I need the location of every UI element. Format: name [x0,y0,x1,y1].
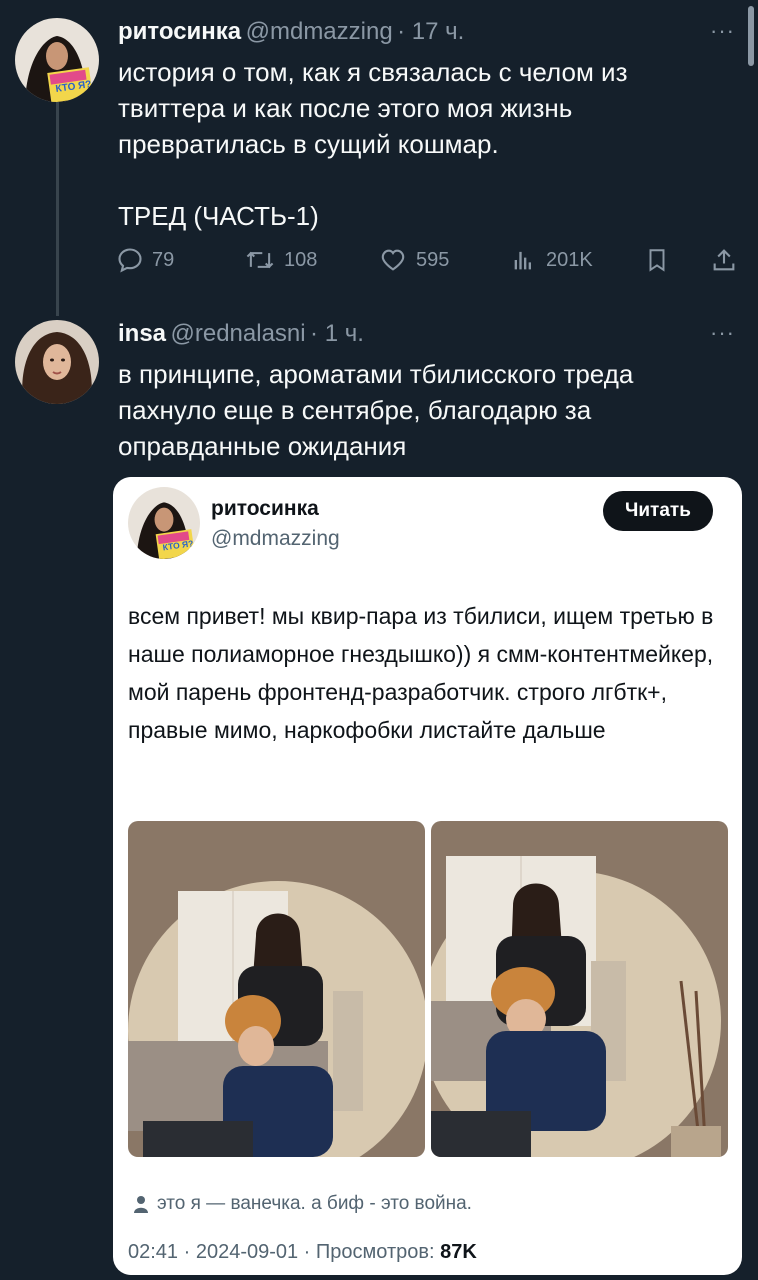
reply-icon [118,248,142,273]
reply-count: 79 [152,248,175,271]
more-icon[interactable]: ··· [710,18,735,44]
media-photo-2[interactable] [431,821,728,1157]
quoted-author-name[interactable]: ритосинка [211,497,319,521]
reply-time[interactable]: · 1 ч. [310,320,364,347]
like-icon [381,249,405,271]
views-count: 201K [546,248,593,271]
reply-more-icon[interactable]: ··· [710,320,735,346]
retweet-icon [246,251,274,269]
author-avatar[interactable]: КТО Я? [15,18,99,102]
person-icon [134,1196,148,1213]
thread-line [56,102,59,316]
scrollbar[interactable] [748,6,754,66]
retweet-count: 108 [284,248,318,271]
follow-button[interactable]: Читать [603,491,713,531]
author-name[interactable]: ритосинка [118,18,241,45]
caption-text: это я — ванечка. а биф - это война. [157,1193,472,1214]
quoted-text: всем привет! мы квир-пара из тбилиси, ищ… [128,603,714,743]
like-button[interactable]: 595 [378,246,449,274]
quoted-author-handle[interactable]: @mdmazzing [211,527,340,551]
media-caption: это я — ванечка. а биф - это война. [133,1193,472,1215]
tweet-header: ритосинка @mdmazzing · 17 ч. [118,18,464,46]
quoted-datetime[interactable]: 02:41 · 2024-09-01 · [128,1241,316,1263]
views-label: Просмотров: [315,1241,441,1263]
views-icon [514,251,531,270]
views-value: 87K [440,1241,477,1263]
quoted-avatar[interactable]: КТО Я? [128,487,200,559]
author-handle[interactable]: @mdmazzing [246,18,393,45]
retweet-button[interactable]: 108 [244,246,317,274]
quoted-tweet-card[interactable]: КТО Я? ритосинка @mdmazzing Читать всем … [113,477,742,1275]
views-button[interactable]: 201K [510,246,593,274]
reply-author-name[interactable]: insa [118,320,166,347]
tweet-time[interactable]: · 17 ч. [397,18,464,45]
reply-button[interactable]: 79 [116,246,174,274]
media-photo-1[interactable] [128,821,425,1157]
reply-author-avatar[interactable] [15,320,99,404]
reply-author-handle[interactable]: @rednalasni [170,320,305,347]
reply-text: в принципе, ароматами тбилисского треда … [118,359,634,461]
bookmark-icon[interactable] [644,246,670,279]
like-count: 595 [416,248,450,271]
quoted-footer: 02:41 · 2024-09-01 · Просмотров: 87K [128,1241,477,1264]
share-icon[interactable] [710,246,738,279]
tweet-text: история о том, как я связалась с челом и… [118,57,628,231]
reply-header: insa @rednalasni · 1 ч. [118,320,364,348]
